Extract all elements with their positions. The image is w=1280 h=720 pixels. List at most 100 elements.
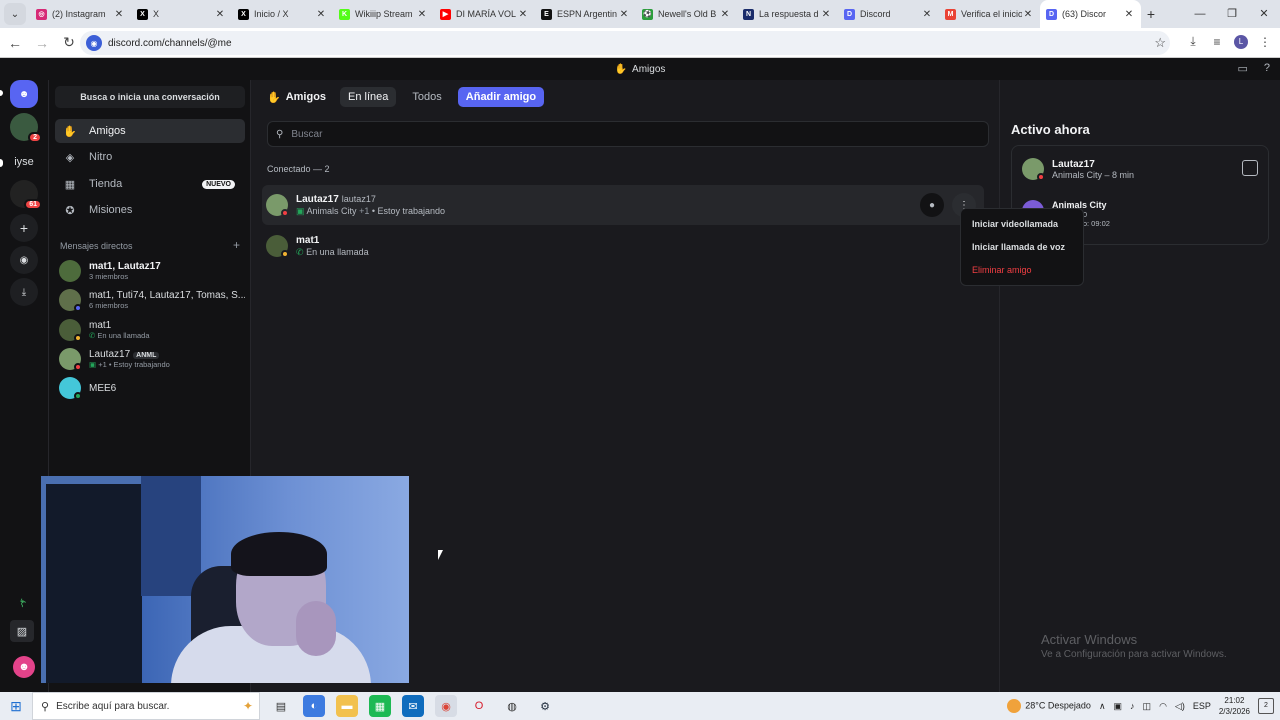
- file-explorer-icon[interactable]: ▬: [336, 695, 358, 717]
- menu-icon[interactable]: ⋮: [1258, 35, 1272, 49]
- tab-favicon-icon: E: [541, 8, 552, 20]
- server-iyse[interactable]: iyse: [10, 148, 38, 176]
- tab-close-icon[interactable]: ✕: [921, 9, 933, 20]
- message-icon[interactable]: ●: [920, 193, 944, 217]
- tab-all[interactable]: Todos: [404, 87, 449, 107]
- friend-row[interactable]: mat1 ✆ En una llamada ●: [262, 226, 984, 266]
- chrome-icon[interactable]: ◉: [435, 695, 457, 717]
- forward-icon[interactable]: →: [30, 35, 54, 51]
- group-dm-icon[interactable]: 2: [10, 113, 42, 143]
- dm-sub: 6 miembros: [89, 301, 129, 310]
- tab-close-icon[interactable]: ✕: [820, 9, 832, 20]
- windows-start-icon[interactable]: ⊞: [0, 698, 32, 715]
- download-icon[interactable]: ⤓: [1186, 34, 1200, 49]
- network-icon[interactable]: ◫: [1143, 701, 1152, 712]
- dm-search-button[interactable]: Busca o inicia una conversación: [55, 86, 245, 108]
- tab-close-icon[interactable]: ✕: [517, 9, 529, 20]
- browser-tab[interactable]: K Wikiiip Stream ✕: [333, 0, 434, 28]
- browser-tab[interactable]: X X ✕: [131, 0, 232, 28]
- browser-tab[interactable]: ◎ (2) Instagram ✕: [30, 0, 131, 28]
- minimize-button[interactable]: —: [1184, 0, 1216, 28]
- wifi-icon[interactable]: ◠: [1159, 701, 1167, 712]
- nav-quests[interactable]: ✪ Misiones: [55, 198, 245, 222]
- discord-home-icon[interactable]: ☻: [10, 80, 38, 108]
- mail-icon[interactable]: ✉: [402, 695, 424, 717]
- friends-search-input[interactable]: ⚲ Buscar: [267, 121, 989, 147]
- task-view-icon[interactable]: ▤: [270, 695, 292, 717]
- back-icon[interactable]: ←: [3, 35, 27, 51]
- dm-item[interactable]: mat1, Lautaz17 3 miembros: [59, 257, 245, 285]
- tab-close-icon[interactable]: ✕: [1123, 9, 1135, 20]
- discover-icon[interactable]: ◉: [10, 246, 38, 274]
- url-field[interactable]: ◉ discord.com/channels/@me ☆: [80, 31, 1170, 55]
- tab-online[interactable]: En línea: [340, 87, 397, 107]
- tab-close-icon[interactable]: ✕: [315, 9, 327, 20]
- browser-tab[interactable]: N La respuesta d ✕: [737, 0, 838, 28]
- taskbar-search[interactable]: ⚲ Escribe aquí para buscar. ✦: [32, 692, 260, 720]
- browser-tab[interactable]: X Inicio / X ✕: [232, 0, 333, 28]
- friends-wave-icon: ✋: [614, 63, 628, 75]
- add-server-icon[interactable]: +: [10, 214, 38, 242]
- language-indicator[interactable]: ESP: [1193, 701, 1211, 711]
- tab-close-icon[interactable]: ✕: [719, 9, 731, 20]
- tab-title: (63) Discor: [1062, 9, 1107, 19]
- copilot-icon[interactable]: ◐: [303, 695, 325, 717]
- dm-item[interactable]: MEE6: [59, 374, 245, 402]
- tray-chevron-icon[interactable]: ∧: [1099, 701, 1106, 712]
- start-voice-call-item[interactable]: Iniciar llamada de voz: [965, 236, 1079, 259]
- new-tab-button[interactable]: +: [1141, 6, 1161, 22]
- windows-activation-watermark: Activar Windows Ve a Configuración para …: [1041, 632, 1227, 660]
- tab-close-icon[interactable]: ✕: [113, 9, 125, 20]
- tab-title: Wikiiip Stream: [355, 9, 413, 19]
- dm-item[interactable]: Lautaz17 ANML ▣ +1 • Estoy trabajando: [59, 345, 245, 373]
- tab-close-icon[interactable]: ✕: [214, 9, 226, 20]
- help-icon[interactable]: ?: [1264, 62, 1270, 75]
- meet-now-icon[interactable]: ▣: [1114, 701, 1123, 712]
- profile-avatar[interactable]: L: [1234, 34, 1248, 49]
- dm-item[interactable]: mat1, Tuti74, Lautaz17, Tomas, S... 6 mi…: [59, 286, 245, 314]
- download-apps-icon[interactable]: ⤓: [10, 278, 38, 306]
- browser-tab[interactable]: D (63) Discor ✕: [1040, 0, 1141, 28]
- steam-icon[interactable]: ⚙: [534, 695, 556, 717]
- remove-friend-item[interactable]: Eliminar amigo: [965, 259, 1079, 282]
- stream-icon[interactable]: ▨: [10, 620, 34, 642]
- start-video-call-item[interactable]: Iniciar videollamada: [965, 213, 1079, 236]
- browser-tab[interactable]: D Discord ✕: [838, 0, 939, 28]
- inbox-icon[interactable]: ▭: [1237, 62, 1247, 75]
- browser-tab[interactable]: ⚽ Newell's Old B ✕: [636, 0, 737, 28]
- server-icon[interactable]: 61: [10, 180, 42, 210]
- media-controls-icon[interactable]: ≡: [1210, 35, 1224, 49]
- reload-icon[interactable]: ↻: [57, 34, 81, 51]
- tab-close-icon[interactable]: ✕: [1022, 9, 1034, 20]
- browser-tab[interactable]: M Verifica el inicio ✕: [939, 0, 1040, 28]
- restore-button[interactable]: ❐: [1216, 0, 1248, 28]
- bookmark-star-icon[interactable]: ☆: [1154, 35, 1166, 51]
- add-friend-button[interactable]: Añadir amigo: [457, 87, 545, 107]
- app-icon[interactable]: ◍: [501, 695, 523, 717]
- tab-search-button[interactable]: ⌄: [4, 3, 26, 25]
- friend-row[interactable]: Lautaz17 lautaz17 ▣ Animals City +1 • Est…: [262, 185, 984, 225]
- tab-title: ESPN Argentin: [557, 9, 618, 19]
- weather[interactable]: 28°C Despejado: [1007, 699, 1091, 713]
- notification-center-icon[interactable]: 2: [1258, 698, 1274, 714]
- dm-item[interactable]: mat1 ✆ En una llamada: [59, 316, 245, 344]
- user-avatar[interactable]: ☻: [13, 656, 35, 678]
- tab-close-icon[interactable]: ✕: [618, 9, 630, 20]
- site-info-icon[interactable]: ◉: [86, 35, 102, 51]
- nav-nitro[interactable]: ◈ Nitro: [55, 145, 245, 169]
- active-now-panel: Activo ahora Lautaz17 Animals City – 8 m…: [1000, 80, 1280, 692]
- voice-connected-icon[interactable]: ⌇: [10, 592, 34, 614]
- tab-close-icon[interactable]: ✕: [416, 9, 428, 20]
- nav-friends[interactable]: ✋ Amigos: [55, 119, 245, 143]
- browser-tab[interactable]: ▶ DI MARÍA VOL ✕: [434, 0, 535, 28]
- clock[interactable]: 21:02 2/3/2026: [1219, 695, 1250, 717]
- close-window-button[interactable]: ✕: [1248, 0, 1280, 28]
- create-dm-icon[interactable]: +: [233, 238, 240, 252]
- mic-icon[interactable]: ♪: [1130, 701, 1135, 711]
- browser-tab[interactable]: E ESPN Argentin ✕: [535, 0, 636, 28]
- opera-icon[interactable]: O: [468, 695, 490, 717]
- volume-icon[interactable]: ◁): [1175, 701, 1185, 712]
- wave-icon: ✋: [63, 125, 77, 138]
- nav-shop[interactable]: ▦ Tienda NUEVO: [55, 172, 245, 196]
- store-icon[interactable]: ▦: [369, 695, 391, 717]
